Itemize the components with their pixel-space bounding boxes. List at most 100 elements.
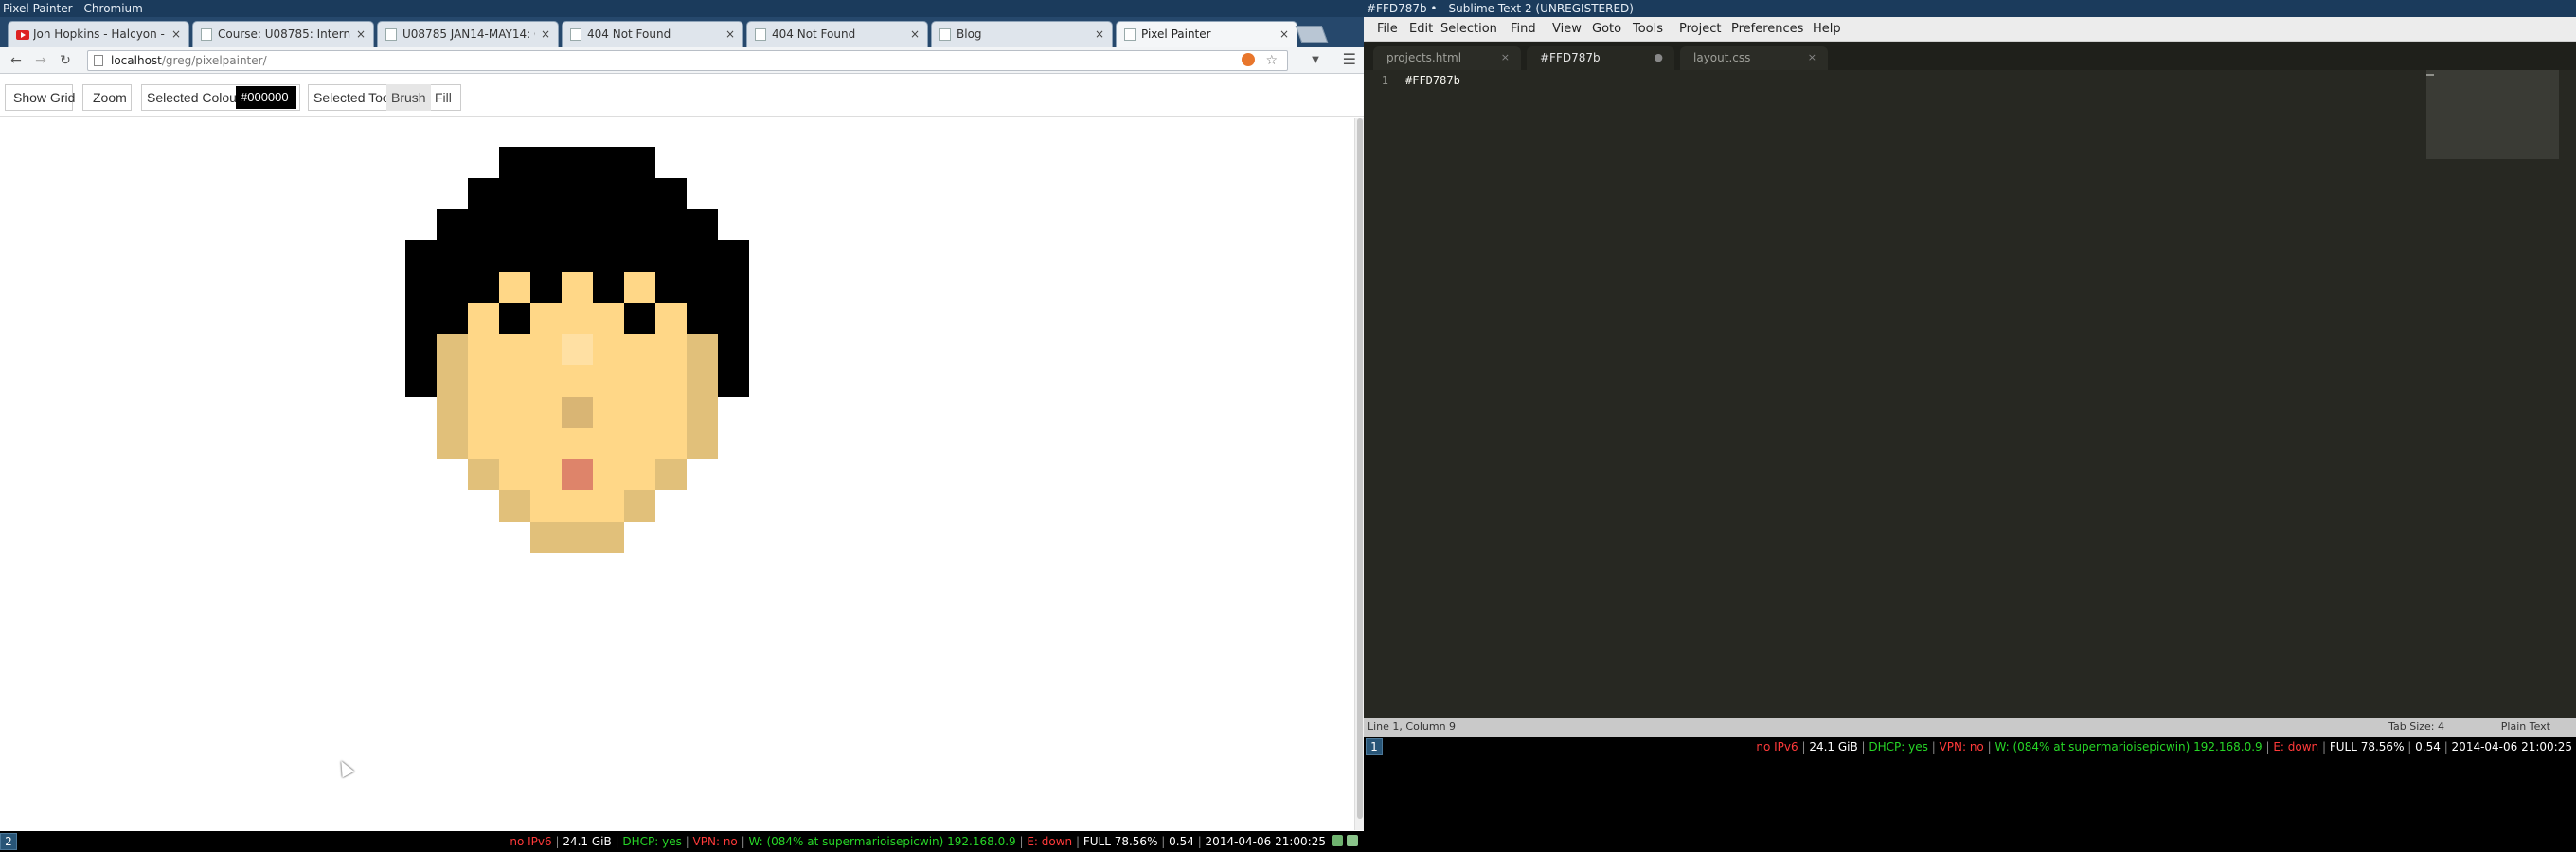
pixel-cell[interactable] bbox=[405, 209, 437, 240]
pixel-cell[interactable] bbox=[405, 272, 437, 303]
pixel-cell[interactable] bbox=[499, 428, 530, 459]
pixel-cell[interactable] bbox=[530, 272, 562, 303]
pixel-cell[interactable] bbox=[718, 334, 749, 365]
pixel-cell[interactable] bbox=[655, 397, 687, 428]
pixel-cell[interactable] bbox=[405, 178, 437, 209]
pixel-cell[interactable] bbox=[562, 178, 593, 209]
menu-project[interactable]: Project bbox=[1679, 17, 1721, 42]
pixel-cell[interactable] bbox=[562, 365, 593, 397]
pixel-cell[interactable] bbox=[530, 490, 562, 522]
pixel-cell[interactable] bbox=[624, 334, 655, 365]
pixel-cell[interactable] bbox=[655, 272, 687, 303]
pixel-cell[interactable] bbox=[593, 334, 624, 365]
pixel-cell[interactable] bbox=[562, 147, 593, 178]
pixel-cell[interactable] bbox=[405, 365, 437, 397]
chevron-down-icon[interactable]: ▼ bbox=[1307, 51, 1324, 70]
pixel-cell[interactable] bbox=[593, 397, 624, 428]
pixel-cell[interactable] bbox=[405, 303, 437, 334]
pixel-cell[interactable] bbox=[437, 240, 468, 272]
pixel-cell[interactable] bbox=[530, 334, 562, 365]
tab-blog[interactable]: Blog × bbox=[931, 21, 1113, 47]
pixel-cell[interactable] bbox=[530, 240, 562, 272]
pixel-cell[interactable] bbox=[624, 428, 655, 459]
pixel-cell[interactable] bbox=[499, 240, 530, 272]
reload-icon[interactable]: ↻ bbox=[57, 51, 74, 70]
pixel-cell[interactable] bbox=[499, 365, 530, 397]
pixel-cell[interactable] bbox=[499, 397, 530, 428]
pixel-cell[interactable] bbox=[718, 147, 749, 178]
pixel-cell[interactable] bbox=[718, 303, 749, 334]
unsaved-dot-icon[interactable]: ● bbox=[1654, 46, 1663, 69]
pixel-cell[interactable] bbox=[718, 490, 749, 522]
pixel-cell[interactable] bbox=[530, 365, 562, 397]
pixel-cell[interactable] bbox=[437, 272, 468, 303]
pixel-cell[interactable] bbox=[718, 240, 749, 272]
pixel-cell[interactable] bbox=[624, 209, 655, 240]
pixel-cell[interactable] bbox=[499, 522, 530, 553]
close-icon[interactable]: × bbox=[1279, 22, 1289, 46]
extension-icon[interactable] bbox=[1242, 53, 1255, 66]
pixel-cell[interactable] bbox=[593, 240, 624, 272]
menu-preferences[interactable]: Preferences bbox=[1731, 17, 1803, 42]
pixel-cell[interactable] bbox=[687, 209, 718, 240]
pixel-cell[interactable] bbox=[655, 303, 687, 334]
pixel-cell[interactable] bbox=[687, 240, 718, 272]
workspace-button[interactable]: 2 bbox=[0, 833, 17, 850]
pixel-cell[interactable] bbox=[687, 147, 718, 178]
close-icon[interactable]: × bbox=[171, 22, 181, 46]
pixel-cell[interactable] bbox=[468, 272, 499, 303]
pixel-cell[interactable] bbox=[499, 459, 530, 490]
pixel-cell[interactable] bbox=[718, 397, 749, 428]
syntax-setting[interactable]: Plain Text bbox=[2501, 718, 2550, 737]
minimap[interactable] bbox=[2426, 70, 2559, 159]
pixel-cell[interactable] bbox=[499, 490, 530, 522]
menu-icon[interactable]: ☰ bbox=[1343, 50, 1356, 68]
pixel-cell[interactable] bbox=[437, 209, 468, 240]
pixel-cell[interactable] bbox=[437, 428, 468, 459]
pixel-cell[interactable] bbox=[655, 522, 687, 553]
pixel-cell[interactable] bbox=[655, 209, 687, 240]
pixel-cell[interactable] bbox=[499, 209, 530, 240]
pixel-cell[interactable] bbox=[687, 459, 718, 490]
pixel-cell[interactable] bbox=[624, 459, 655, 490]
pixel-cell[interactable] bbox=[530, 209, 562, 240]
tab-404-a[interactable]: 404 Not Found × bbox=[562, 21, 743, 47]
pixel-cell[interactable] bbox=[530, 428, 562, 459]
pixel-cell[interactable] bbox=[687, 178, 718, 209]
brush-tool-button[interactable]: Brush bbox=[386, 84, 431, 111]
pixel-cell[interactable] bbox=[593, 522, 624, 553]
pixel-cell[interactable] bbox=[655, 490, 687, 522]
pixel-cell[interactable] bbox=[437, 459, 468, 490]
pixel-cell[interactable] bbox=[562, 490, 593, 522]
pixel-cell[interactable] bbox=[499, 303, 530, 334]
pixel-cell[interactable] bbox=[655, 240, 687, 272]
pixel-cell[interactable] bbox=[499, 334, 530, 365]
star-icon[interactable]: ☆ bbox=[1265, 51, 1278, 70]
pixel-cell[interactable] bbox=[530, 522, 562, 553]
pixel-cell[interactable] bbox=[624, 178, 655, 209]
pixel-cell[interactable] bbox=[624, 365, 655, 397]
close-icon[interactable]: × bbox=[356, 22, 366, 46]
pixel-cell[interactable] bbox=[593, 178, 624, 209]
pixel-cell[interactable] bbox=[468, 147, 499, 178]
pixel-cell[interactable] bbox=[687, 334, 718, 365]
pixel-cell[interactable] bbox=[468, 459, 499, 490]
menu-find[interactable]: Find bbox=[1511, 17, 1536, 42]
editor-pane[interactable]: 1 #FFD787b bbox=[1364, 70, 2576, 718]
pixel-cell[interactable] bbox=[655, 334, 687, 365]
pixel-cell[interactable] bbox=[468, 178, 499, 209]
pixel-cell[interactable] bbox=[562, 303, 593, 334]
pixel-cell[interactable] bbox=[562, 397, 593, 428]
tab-youtube[interactable]: Jon Hopkins - Halcyon - Y × bbox=[8, 21, 189, 47]
pixel-art-grid[interactable] bbox=[405, 147, 749, 553]
tray-icon[interactable] bbox=[1332, 835, 1343, 846]
new-tab-button[interactable] bbox=[1295, 26, 1329, 43]
tab-course[interactable]: Course: U08785: Internet × bbox=[192, 21, 374, 47]
pixel-cell[interactable] bbox=[718, 365, 749, 397]
scrollbar-thumb[interactable] bbox=[1357, 118, 1363, 819]
pixel-cell[interactable] bbox=[562, 334, 593, 365]
forward-arrow-icon[interactable]: → bbox=[32, 51, 49, 70]
menu-file[interactable]: File bbox=[1377, 17, 1398, 42]
tab-projects-html[interactable]: projects.html × bbox=[1373, 46, 1521, 70]
pixel-cell[interactable] bbox=[499, 147, 530, 178]
